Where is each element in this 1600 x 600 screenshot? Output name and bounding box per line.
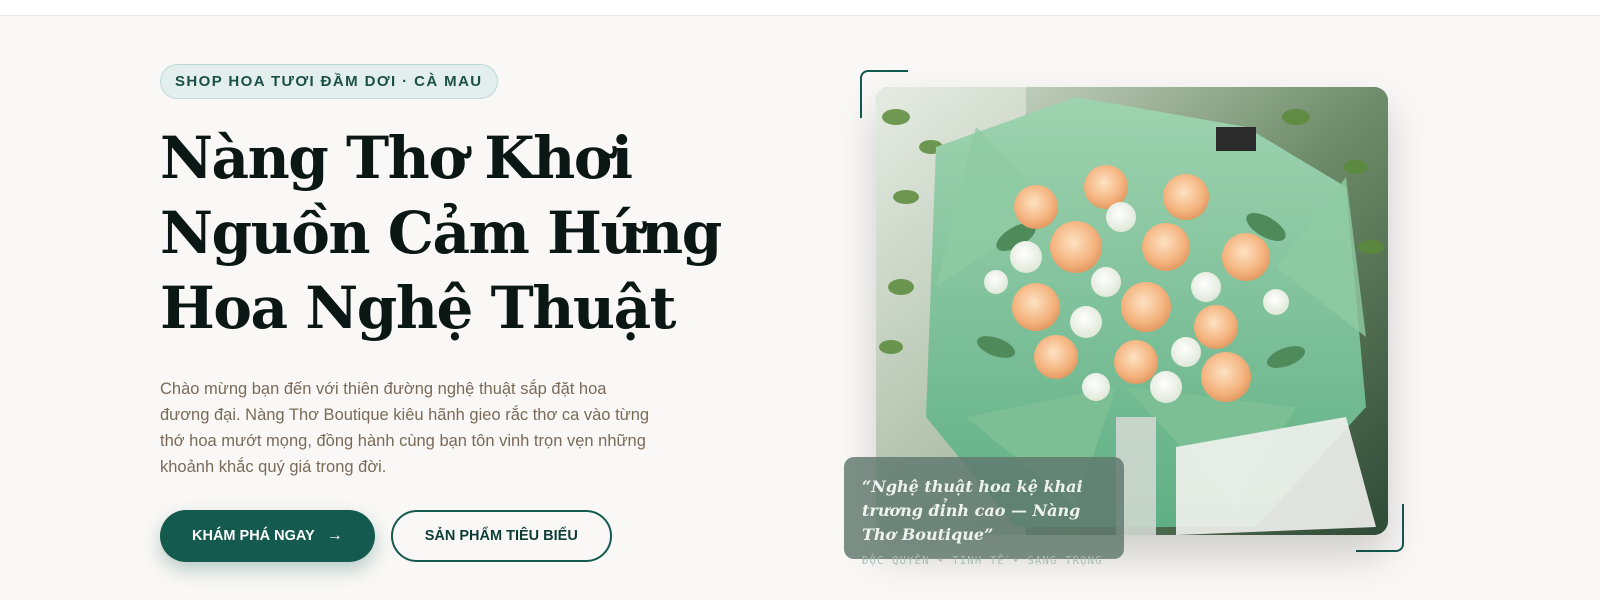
explore-now-button[interactable]: KHÁM PHÁ NGAY → — [160, 510, 375, 562]
quote-card: “Nghệ thuật hoa kệ khai trương đỉnh cao … — [844, 457, 1124, 567]
featured-products-label: SẢN PHẨM TIÊU BIỂU — [424, 528, 578, 544]
hero-headline: Nàng Thơ Khơi Nguồn Cảm Hứng Hoa Nghệ Th… — [160, 124, 722, 342]
quote-text: “Nghệ thuật hoa kệ khai trương đỉnh cao … — [862, 477, 1083, 544]
hero-intro-text: Chào mừng bạn đến với thiên đường nghệ t… — [160, 380, 650, 476]
cta-row: KHÁM PHÁ NGAY → SẢN PHẨM TIÊU BIỂU — [160, 510, 780, 562]
quote-tags: ĐỘC QUYỀN • TINH TẾ • SANG TRỌNG — [862, 555, 1103, 567]
explore-now-label: KHÁM PHÁ NGAY — [192, 528, 315, 544]
featured-products-button[interactable]: SẢN PHẨM TIÊU BIỂU — [390, 510, 612, 562]
location-badge: SHOP HOA TƯƠI ĐẦM DƠI · CÀ MAU — [160, 64, 498, 99]
arrow-right-icon: → — [326, 527, 343, 544]
hero-text-section: SHOP HOA TƯƠI ĐẦM DƠI · CÀ MAU Nàng Thơ … — [160, 64, 780, 562]
hero-image-section: “Nghệ thuật hoa kệ khai trương đỉnh cao … — [840, 70, 1410, 570]
top-nav-divider — [0, 0, 1600, 16]
